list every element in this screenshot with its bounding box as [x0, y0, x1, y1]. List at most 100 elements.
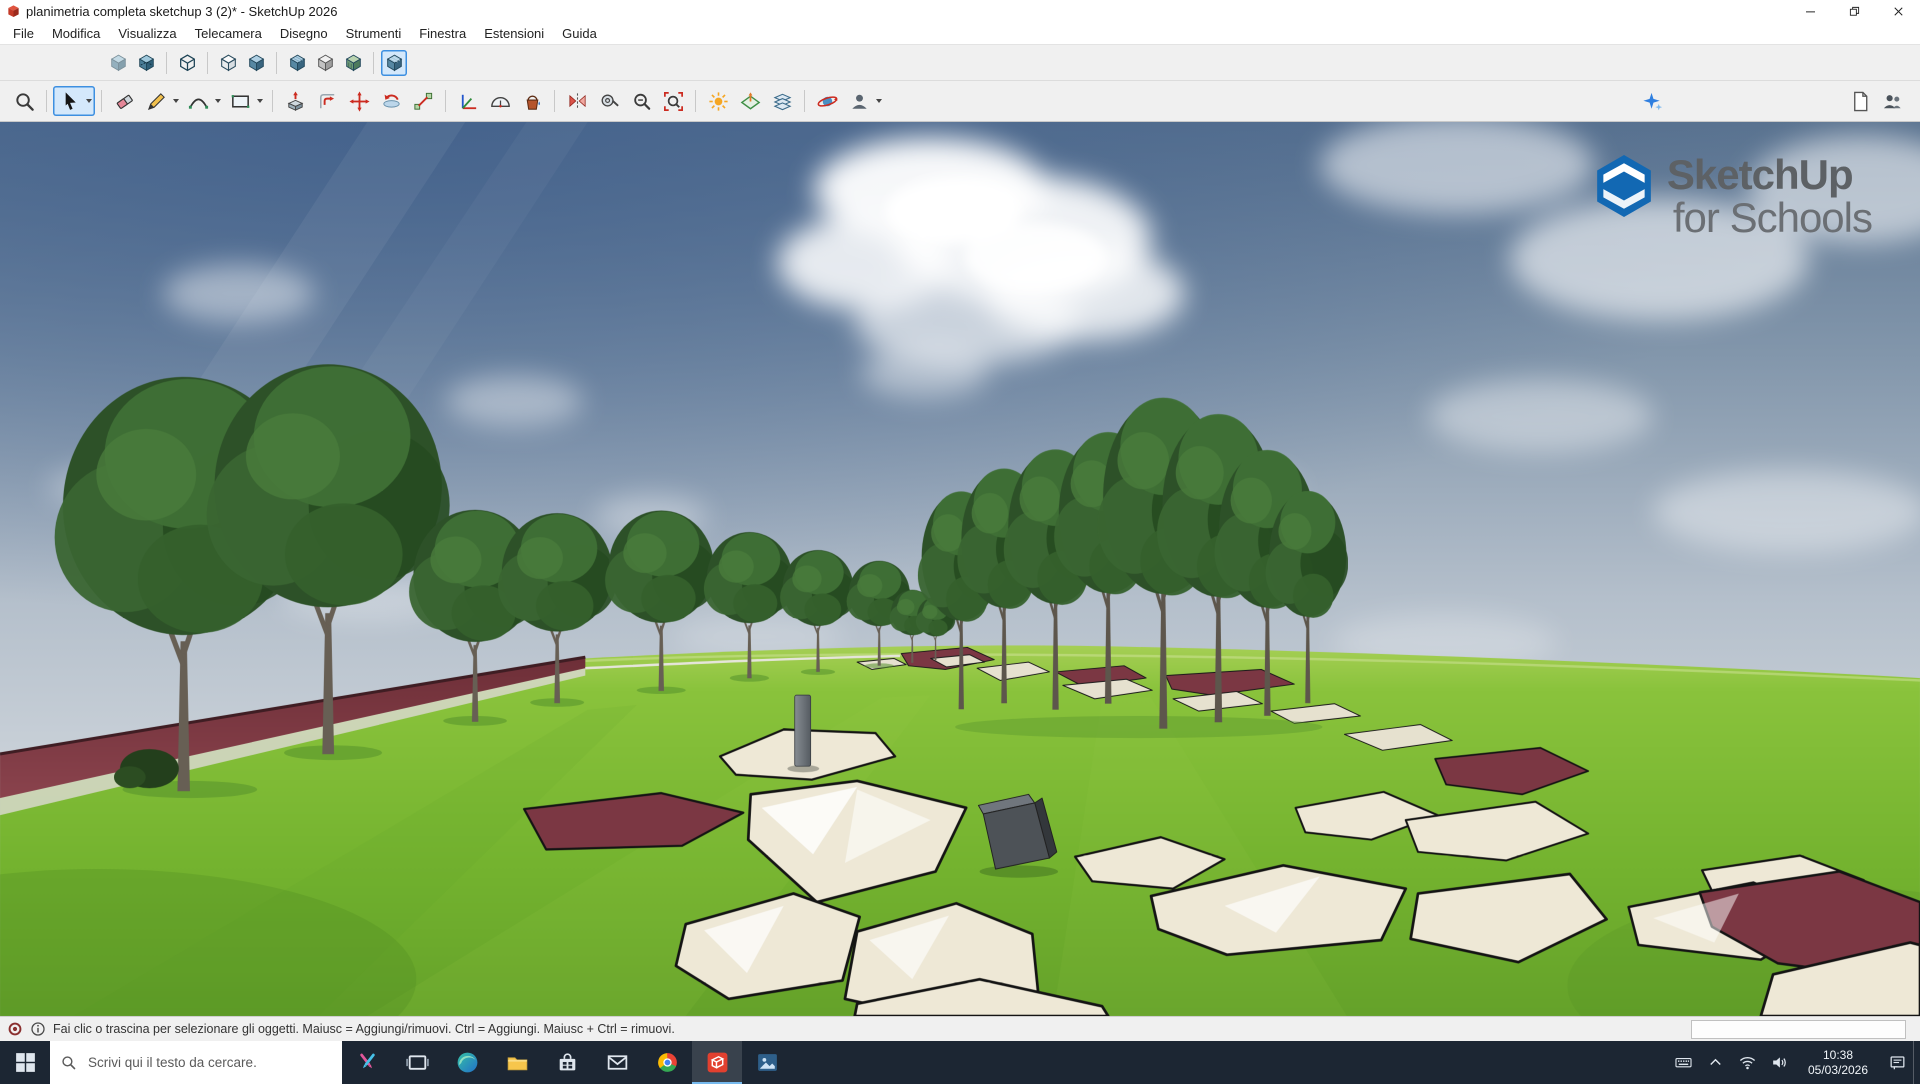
taskbar-search[interactable] — [50, 1041, 342, 1084]
menu-finestra[interactable]: Finestra — [410, 25, 475, 42]
share-button[interactable] — [1877, 86, 1907, 116]
layers-icon — [771, 90, 794, 113]
offset-tool-button[interactable] — [312, 86, 342, 116]
maximize-button[interactable] — [1832, 0, 1876, 22]
model-viewport[interactable]: SketchUp for Schools — [0, 122, 1920, 1016]
zoom-icon — [630, 90, 653, 113]
taskbar-app-sketchup[interactable] — [692, 1041, 742, 1084]
clock-time: 10:38 — [1795, 1048, 1881, 1063]
push-pull-tool-button[interactable] — [280, 86, 310, 116]
style-button-textured-selected[interactable] — [381, 50, 407, 76]
menu-strumenti[interactable]: Strumenti — [337, 25, 411, 42]
chevron-up-icon — [1706, 1053, 1725, 1072]
zoom-tool-button[interactable] — [626, 86, 656, 116]
taskbar-app-ink-workspace[interactable] — [342, 1041, 392, 1084]
hidden-icons-button[interactable] — [1699, 1041, 1731, 1084]
move-icon — [348, 90, 371, 113]
select-tool-button[interactable] — [54, 86, 84, 116]
arcs-tool-dropdown[interactable] — [215, 99, 221, 103]
style-button-wireframe[interactable] — [174, 50, 200, 76]
toolbar-separator — [554, 90, 555, 112]
minimize-button[interactable] — [1788, 0, 1832, 22]
taskbar-app-store[interactable] — [542, 1041, 592, 1084]
taskbar-app-file-explorer[interactable] — [492, 1041, 542, 1084]
style-button-back-edges[interactable] — [133, 50, 159, 76]
menu-disegno[interactable]: Disegno — [271, 25, 337, 42]
paint-bucket-tool-button[interactable] — [517, 86, 547, 116]
sign-in-dropdown[interactable] — [876, 99, 882, 103]
rotate-icon — [380, 90, 403, 113]
move-tool-button[interactable] — [344, 86, 374, 116]
zoom-extents-icon — [662, 90, 685, 113]
menu-visualizza[interactable]: Visualizza — [109, 25, 185, 42]
people-icon — [1881, 90, 1904, 113]
menu-file[interactable]: File — [4, 25, 43, 42]
style-button-hidden-line[interactable] — [215, 50, 241, 76]
menu-guida[interactable]: Guida — [553, 25, 606, 42]
system-tray: 10:38 05/03/2026 — [1667, 1041, 1920, 1084]
task-view-button[interactable] — [392, 1041, 442, 1084]
rotate-tool-button[interactable] — [376, 86, 406, 116]
toolbar-separator — [207, 52, 208, 74]
touch-keyboard-button[interactable] — [1667, 1041, 1699, 1084]
measurements-input[interactable] — [1691, 1020, 1906, 1039]
volume-button[interactable] — [1763, 1041, 1795, 1084]
arcs-tool-button[interactable] — [183, 86, 213, 116]
zoom-extents-tool-button[interactable] — [658, 86, 688, 116]
taskbar-search-input[interactable] — [86, 1054, 300, 1071]
toolbar-separator — [272, 90, 273, 112]
new-document-button[interactable] — [1845, 86, 1875, 116]
eraser-tool-button[interactable] — [109, 86, 139, 116]
axes-icon — [457, 90, 480, 113]
tape-measure-tool-button[interactable] — [594, 86, 624, 116]
network-button[interactable] — [1731, 1041, 1763, 1084]
line-tool-button[interactable] — [141, 86, 171, 116]
show-desktop-button[interactable] — [1913, 1041, 1920, 1084]
taskbar-app-photos[interactable] — [742, 1041, 792, 1084]
sun-icon — [707, 90, 730, 113]
style-button-x-ray[interactable] — [105, 50, 131, 76]
info-icon[interactable] — [30, 1021, 46, 1037]
shadows-tool-button[interactable] — [703, 86, 733, 116]
taskbar-app-mail[interactable] — [592, 1041, 642, 1084]
menubar: File Modifica Visualizza Telecamera Dise… — [0, 22, 1920, 44]
taskbar-app-edge[interactable] — [442, 1041, 492, 1084]
search-tool-button[interactable] — [9, 86, 39, 116]
menu-telecamera[interactable]: Telecamera — [186, 25, 271, 42]
style-button-shaded-with-textures[interactable] — [284, 50, 310, 76]
orbit-tool-button[interactable] — [812, 86, 842, 116]
menu-modifica[interactable]: Modifica — [43, 25, 109, 42]
menu-estensioni[interactable]: Estensioni — [475, 25, 553, 42]
line-tool-dropdown[interactable] — [173, 99, 179, 103]
account-icon — [848, 90, 871, 113]
edge-icon — [455, 1050, 480, 1075]
sign-in-button[interactable] — [844, 86, 874, 116]
section-plane-tool-button[interactable] — [735, 86, 765, 116]
eraser-icon — [113, 90, 136, 113]
taskbar-clock[interactable]: 10:38 05/03/2026 — [1795, 1048, 1881, 1078]
geolocation-icon[interactable] — [7, 1021, 23, 1037]
close-button[interactable] — [1876, 0, 1920, 22]
shapes-tool-dropdown[interactable] — [257, 99, 263, 103]
shapes-tool-button[interactable] — [225, 86, 255, 116]
flip-tool-button[interactable] — [562, 86, 592, 116]
axes-tool-button[interactable] — [453, 86, 483, 116]
offset-icon — [316, 90, 339, 113]
scene-canvas — [0, 122, 1920, 1016]
search-icon — [60, 1054, 77, 1071]
tags-tool-button[interactable] — [767, 86, 797, 116]
window-title: planimetria completa sketchup 3 (2)* - S… — [26, 4, 337, 19]
taskbar: 10:38 05/03/2026 — [0, 1041, 1920, 1084]
start-button[interactable] — [0, 1041, 50, 1084]
style-button-textured[interactable] — [340, 50, 366, 76]
scale-tool-button[interactable] — [408, 86, 438, 116]
ai-assistant-button[interactable] — [1637, 86, 1667, 116]
taskbar-app-chrome[interactable] — [642, 1041, 692, 1084]
keyboard-icon — [1674, 1053, 1693, 1072]
select-tool-dropdown[interactable] — [86, 99, 92, 103]
style-button-shaded[interactable] — [243, 50, 269, 76]
style-button-monochrome[interactable] — [312, 50, 338, 76]
status-hint: Fai clic o trascina per selezionare gli … — [53, 1022, 675, 1036]
action-center-button[interactable] — [1881, 1041, 1913, 1084]
protractor-tool-button[interactable] — [485, 86, 515, 116]
